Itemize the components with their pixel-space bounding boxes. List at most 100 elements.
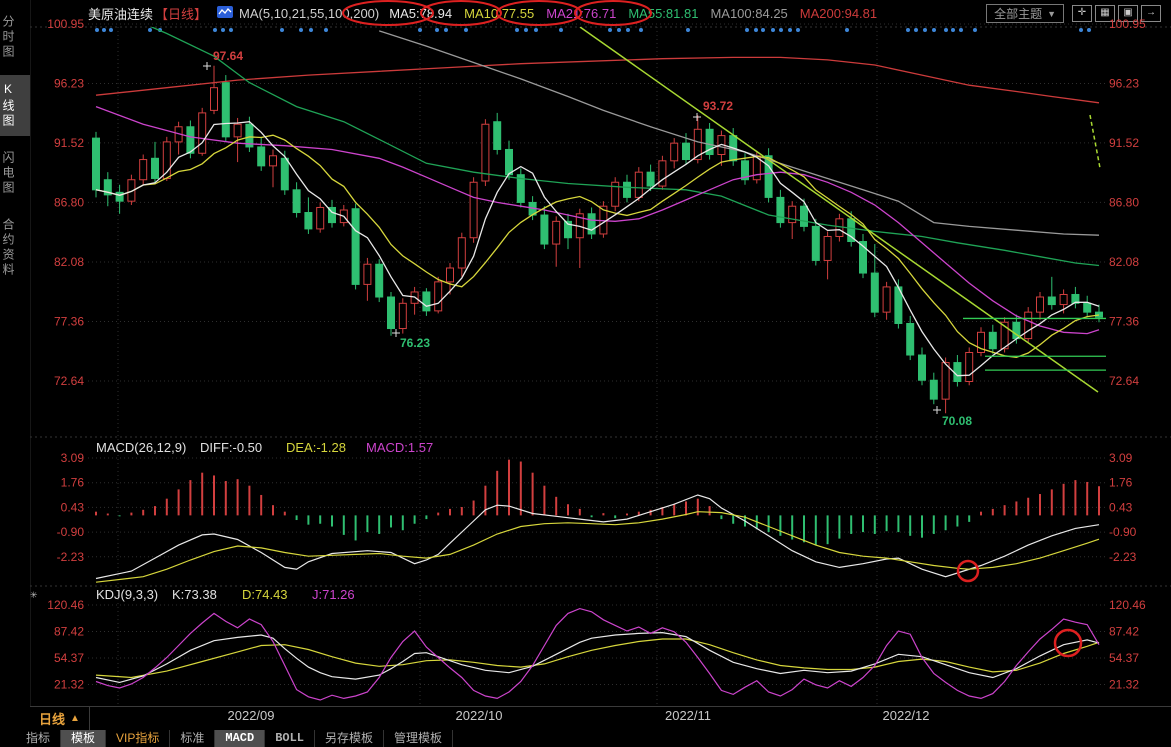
bottom-toolbar: 指标模板VIP指标标准MACDBOLL另存模板管理模板 xyxy=(0,730,1171,747)
signal-dot xyxy=(435,28,439,32)
toolbar-item-0[interactable]: 指标 xyxy=(16,730,61,747)
macd-tick-right: 3.09 xyxy=(1109,451,1133,465)
signal-dot xyxy=(534,28,538,32)
signal-dot xyxy=(686,28,690,32)
main-tick-right: 82.08 xyxy=(1109,255,1139,269)
signal-dot xyxy=(158,28,162,32)
fit-chart-button[interactable]: ▦ xyxy=(1095,5,1115,22)
macd-tick-left: -0.90 xyxy=(57,525,85,539)
ma-params-label: MA(5,10,21,55,100,200) xyxy=(239,6,379,21)
macd-tick-right: -2.23 xyxy=(1109,550,1137,564)
left-sidebar: 分时图 K线图闪电图合约资料 xyxy=(0,0,31,730)
period-tag: 【日线】 xyxy=(155,4,207,23)
kdj-plot[interactable] xyxy=(96,609,1099,700)
macd-tick-right: 1.76 xyxy=(1109,476,1133,490)
signal-dot xyxy=(608,28,612,32)
signal-dot xyxy=(213,28,217,32)
ma-value-5: MA200:94.81 xyxy=(800,6,877,21)
kdj-tick-right: 87.42 xyxy=(1109,624,1139,638)
pan-tool-button[interactable]: ✛ xyxy=(1072,5,1092,22)
signal-dot xyxy=(309,28,313,32)
signal-dot xyxy=(639,28,643,32)
signal-dot xyxy=(973,28,977,32)
kdj-annotation-circle xyxy=(1055,630,1081,656)
price-annotation: 70.08 xyxy=(942,414,972,428)
app-window: 100.95100.9596.2396.2391.5291.5286.8086.… xyxy=(0,0,1171,747)
toolbar-item-7[interactable]: 管理模板 xyxy=(384,730,453,747)
signal-dot xyxy=(524,28,528,32)
signal-dot xyxy=(745,28,749,32)
signal-dot xyxy=(148,28,152,32)
kdj-tick-left: 120.46 xyxy=(47,598,84,612)
main-tick-right: 72.64 xyxy=(1109,374,1139,388)
ma-value-2: MA21:76.71 xyxy=(546,6,616,21)
ma-value-1: MA10:77.55 xyxy=(464,6,534,21)
sidebar-tab-3[interactable]: 合约资料 xyxy=(0,211,30,285)
toolbar-item-2[interactable]: VIP指标 xyxy=(106,730,170,747)
kdj-tick-right: 54.37 xyxy=(1109,651,1139,665)
kdj-tick-right: 21.32 xyxy=(1109,678,1139,692)
scale-chart-button[interactable]: ▣ xyxy=(1118,5,1138,22)
macd-tick-left: 3.09 xyxy=(61,451,85,465)
chart-canvas[interactable]: 100.95100.9596.2396.2391.5291.5286.8086.… xyxy=(0,0,1171,747)
macd-tick-left: -2.23 xyxy=(57,550,85,564)
instrument-title: 美原油连续 xyxy=(88,4,153,23)
signal-dot xyxy=(906,28,910,32)
period-tab-label: 日线 xyxy=(39,709,65,728)
kdj-panel-icon: ✳ xyxy=(30,590,38,600)
window-tool-buttons: ✛▦▣→ xyxy=(1072,5,1161,22)
signal-dot xyxy=(464,28,468,32)
kline-icon xyxy=(217,6,233,21)
signal-dot xyxy=(796,28,800,32)
toolbar-item-1[interactable]: 模板 xyxy=(61,730,106,747)
sidebar-tab-2[interactable]: 闪电图 xyxy=(0,144,30,203)
signal-dot xyxy=(515,28,519,32)
sidebar-tab-1[interactable]: K线图 xyxy=(0,75,30,136)
toolbar-item-5[interactable]: BOLL xyxy=(265,730,315,747)
ma-value-3: MA55:81.81 xyxy=(628,6,698,21)
main-tick-right: 91.52 xyxy=(1109,136,1139,150)
toolbar-item-3[interactable]: 标准 xyxy=(170,730,215,747)
ma-indicator-list: MA5:78.94MA10:77.55MA21:76.71MA55:81.81M… xyxy=(389,6,889,21)
signal-dot xyxy=(1087,28,1091,32)
main-tick-left: 96.23 xyxy=(54,77,84,91)
macd-plot[interactable] xyxy=(96,460,1099,583)
main-tick-left: 72.64 xyxy=(54,374,84,388)
signal-dot xyxy=(771,28,775,32)
kdj-header-item-1: K:73.38 xyxy=(172,587,217,602)
kdj-header-item-0: KDJ(9,3,3) xyxy=(96,587,158,602)
sidebar-tab-0[interactable]: 分时图 xyxy=(0,8,30,67)
theme-selector-button[interactable]: 全部主题 ▼ xyxy=(986,4,1064,23)
main-tick-left: 86.80 xyxy=(54,195,84,209)
main-plot[interactable] xyxy=(93,11,1103,413)
chevron-down-icon: ▼ xyxy=(1047,6,1056,22)
signal-dot xyxy=(788,28,792,32)
xaxis-strip: 日线 ▲ xyxy=(30,706,1171,731)
signal-dot xyxy=(324,28,328,32)
macd-header-item-1: DIFF:-0.50 xyxy=(200,440,262,455)
signal-dot xyxy=(923,28,927,32)
macd-header-item-2: DEA:-1.28 xyxy=(286,440,346,455)
shift-right-button[interactable]: → xyxy=(1141,5,1161,22)
kdj-tick-left: 21.32 xyxy=(54,678,84,692)
macd-tick-left: 0.43 xyxy=(61,500,85,514)
toolbar-item-4[interactable]: MACD xyxy=(215,730,265,747)
theme-selector-label: 全部主题 xyxy=(994,6,1042,22)
main-tick-left: 77.36 xyxy=(54,314,84,328)
signal-dot xyxy=(959,28,963,32)
kdj-tick-left: 54.37 xyxy=(54,651,84,665)
signal-dot xyxy=(845,28,849,32)
toolbar-item-6[interactable]: 另存模板 xyxy=(315,730,384,747)
signal-dot xyxy=(779,28,783,32)
main-tick-left: 91.52 xyxy=(54,136,84,150)
price-annotation: 97.64 xyxy=(213,49,243,63)
signal-dot xyxy=(102,28,106,32)
signal-dot xyxy=(299,28,303,32)
signal-dot xyxy=(221,28,225,32)
period-tab-daily[interactable]: 日线 ▲ xyxy=(30,707,90,730)
macd-tick-left: 1.76 xyxy=(61,476,85,490)
top-header: 美原油连续 【日线】 MA(5,10,21,55,100,200) MA5:78… xyxy=(30,0,1171,27)
signal-dot xyxy=(418,28,422,32)
macd-tick-right: 0.43 xyxy=(1109,500,1133,514)
signal-dot xyxy=(914,28,918,32)
